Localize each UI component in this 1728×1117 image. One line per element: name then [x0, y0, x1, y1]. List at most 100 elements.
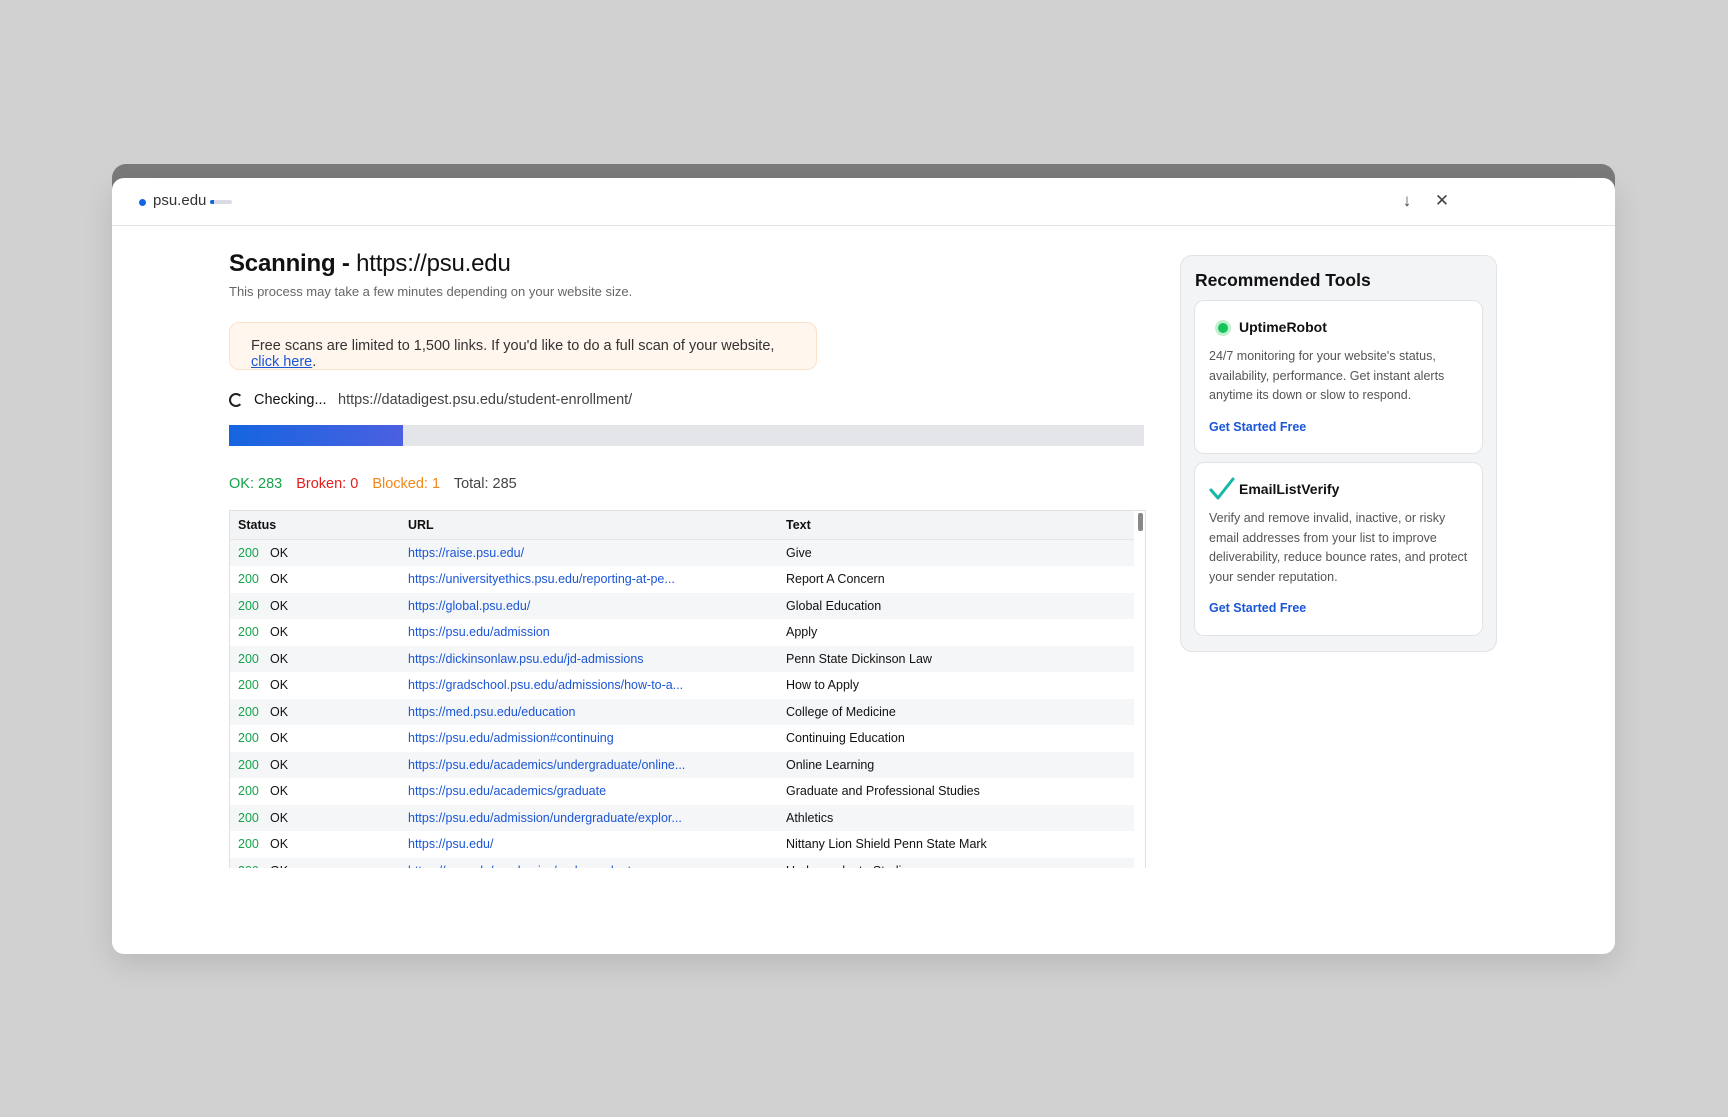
result-url-link[interactable]: https://psu.edu/	[408, 837, 493, 851]
checking-label: Checking...	[254, 392, 327, 408]
table-header-row: Status URL Text	[230, 511, 1134, 540]
close-icon[interactable]: ✕	[1432, 191, 1452, 211]
scan-progress-fill	[229, 425, 403, 446]
status-cell: 200 OK	[230, 858, 400, 868]
status-cell: 200 OK	[230, 725, 400, 752]
uptime-status-icon	[1215, 320, 1231, 336]
tool-card-header: EmailListVerify	[1209, 477, 1468, 501]
click-here-link[interactable]: click here	[251, 354, 312, 370]
result-url-link[interactable]: https://psu.edu/admission/undergraduate/…	[408, 811, 682, 825]
column-header-text[interactable]: Text	[778, 511, 1134, 540]
status-cell: 200 OK	[230, 566, 400, 593]
page-title: Scanning - https://psu.edu	[229, 250, 1144, 278]
url-cell: https://universityethics.psu.edu/reporti…	[400, 566, 778, 593]
table-row: 200 OK https://psu.edu/admission#continuin…	[230, 725, 1134, 752]
text-cell: Athletics	[786, 810, 834, 825]
scanner-window: psu.edu ↓ ✕ Scanning - https://psu.edu T…	[112, 178, 1615, 954]
result-url-link[interactable]: https://dickinsonlaw.psu.edu/jd-admissio…	[408, 652, 644, 666]
url-cell: https://psu.edu/admission	[400, 619, 778, 646]
status-cell: 200 OK	[230, 619, 400, 646]
table-row: 200 OK https://med.psu.edu/education Colleg…	[230, 698, 1134, 726]
url-cell: https://dickinsonlaw.psu.edu/jd-admissio…	[400, 646, 778, 673]
text-cell: How to Apply	[786, 678, 859, 693]
status-text: OK	[270, 678, 289, 693]
status-code: 200	[238, 651, 259, 666]
result-url-link[interactable]: https://psu.edu/academics/graduate	[408, 784, 606, 798]
notice-text: Free scans are limited to 1,500 links. I…	[251, 338, 775, 354]
stat-ok: OK: 283	[229, 476, 283, 492]
url-cell: https://global.psu.edu/	[400, 593, 778, 620]
scan-progress-bar	[229, 425, 1144, 446]
text-cell: Global Education	[786, 598, 882, 613]
status-code: 200	[238, 731, 259, 746]
table-row: 200 OK https://psu.edu/admission/undergrad…	[230, 804, 1134, 831]
table-row: 200 OK https://psu.edu/academics/undergrad…	[230, 751, 1134, 779]
url-cell: https://psu.edu/academics/undergraduate	[400, 858, 778, 868]
text-cell: Undergraduate Studies	[778, 858, 1134, 868]
result-url-link[interactable]: https://psu.edu/admission	[408, 625, 550, 639]
status-cell: 200 OK	[230, 752, 400, 779]
tool-description: 24/7 monitoring for your website's statu…	[1209, 349, 1445, 402]
status-text: OK	[270, 837, 289, 852]
tool-card-emaillistverify: EmailListVerify Verify and remove invali…	[1194, 462, 1483, 636]
tool-name: EmailListVerify	[1239, 481, 1340, 497]
results-table: Status URL Text 200 OK https://raise.psu.e…	[230, 511, 1134, 868]
result-url-link[interactable]: https://med.psu.edu/education	[408, 705, 575, 719]
text-cell: Graduate and Professional Studies	[786, 784, 980, 799]
stat-total: Total: 285	[453, 476, 517, 492]
status-text: OK	[270, 598, 289, 613]
results-table-container[interactable]: Status URL Text 200 OK https://raise.psu.e…	[229, 510, 1146, 868]
column-header-status[interactable]: Status	[230, 511, 400, 540]
text-cell: Continuing Education	[786, 731, 905, 746]
url-cell: https://med.psu.edu/education	[400, 699, 778, 726]
status-text: OK	[270, 545, 289, 560]
table-row: 200 OK https://gradschool.psu.edu/admissio…	[230, 672, 1134, 699]
results-table-body: 200 OK https://raise.psu.edu/Give 200 OK http…	[230, 539, 1134, 868]
status-text: OK	[270, 784, 289, 799]
text-cell: Apply	[786, 625, 818, 640]
status-cell: 200 OK	[230, 646, 400, 673]
status-text: OK	[270, 572, 289, 587]
site-name: psu.edu	[153, 192, 207, 209]
table-row: 200 OK https://psu.edu/academics/undergrad…	[230, 857, 1134, 868]
result-url-link[interactable]: https://universityethics.psu.edu/reporti…	[408, 572, 675, 586]
result-url-link[interactable]: https://psu.edu/admission#continuing	[408, 731, 614, 745]
status-cell: 200 OK	[230, 672, 400, 699]
site-status-dot	[139, 199, 146, 206]
download-icon[interactable]: ↓	[1397, 191, 1417, 211]
status-code: 200	[238, 625, 259, 640]
title-url: https://psu.edu	[356, 250, 511, 277]
get-started-uptimerobot-link[interactable]: Get Started Free	[1209, 420, 1468, 434]
free-scan-notice: Free scans are limited to 1,500 links. I…	[229, 322, 817, 370]
status-cell: 200 OK	[230, 831, 400, 858]
table-row: 200 OK https://psu.edu/Nittany Lion Shield…	[230, 831, 1134, 858]
table-row: 200 OK https://universityethics.psu.edu/re…	[230, 566, 1134, 593]
checking-url: https://datadigest.psu.edu/student-enrol…	[338, 392, 633, 408]
status-code: 200	[238, 837, 259, 852]
status-text: OK	[270, 864, 288, 868]
notice-suffix: .	[312, 354, 317, 370]
table-scrollbar[interactable]	[1138, 513, 1143, 531]
status-code: 200	[238, 678, 259, 693]
result-url-link[interactable]: https://raise.psu.edu/	[408, 546, 524, 560]
status-code: 200	[238, 572, 259, 587]
result-url-link[interactable]: https://gradschool.psu.edu/admissions/ho…	[408, 678, 683, 692]
result-url-link[interactable]: https://psu.edu/academics/undergraduate/…	[408, 758, 685, 772]
stat-blocked: Blocked: 1	[372, 476, 441, 492]
status-code: 200	[238, 757, 259, 772]
text-cell: Report A Concern	[786, 572, 885, 587]
text-cell: Nittany Lion Shield Penn State Mark	[786, 837, 987, 852]
get-started-emaillistverify-link[interactable]: Get Started Free	[1209, 601, 1468, 615]
status-cell: 200 OK	[230, 593, 400, 620]
result-url-link[interactable]: https://psu.edu/academics/undergraduate	[408, 864, 638, 868]
tool-name: UptimeRobot	[1239, 319, 1327, 335]
status-cell: 200 OK	[230, 699, 400, 726]
text-cell: Give	[786, 545, 812, 560]
url-cell: https://gradschool.psu.edu/admissions/ho…	[400, 672, 778, 699]
status-code: 200	[238, 545, 259, 560]
result-url-link[interactable]: https://global.psu.edu/	[408, 599, 530, 613]
tool-card-header: UptimeRobot	[1209, 317, 1468, 339]
tool-card-uptimerobot: UptimeRobot 24/7 monitoring for your web…	[1194, 300, 1483, 454]
column-header-url[interactable]: URL	[400, 511, 778, 540]
mini-progress-fill	[210, 200, 214, 204]
